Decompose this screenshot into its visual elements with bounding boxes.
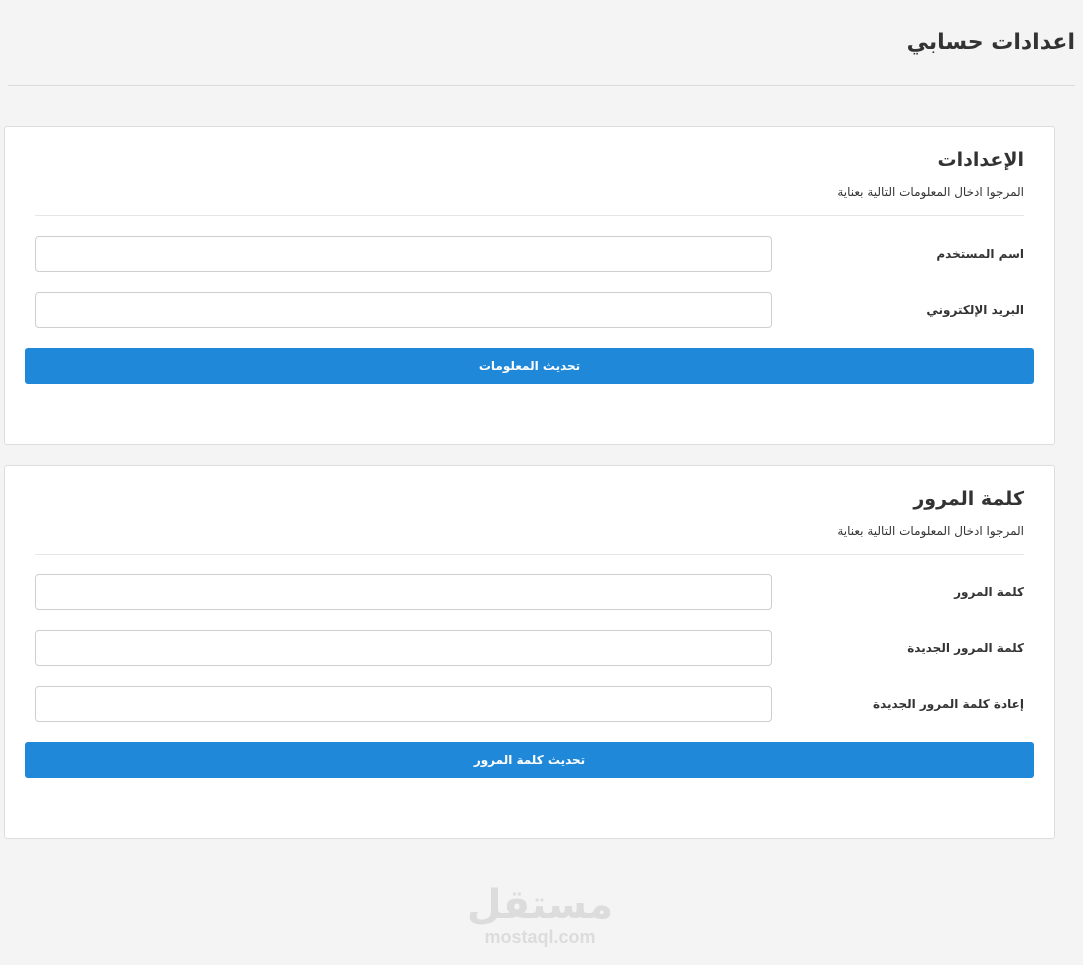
- mostaql-watermark: مستقل mostaql.com: [430, 880, 650, 947]
- confirm-password-input[interactable]: [35, 686, 772, 722]
- watermark-domain: mostaql.com: [484, 927, 596, 947]
- update-password-button[interactable]: تحديث كلمة المرور: [25, 742, 1034, 778]
- password-card-title: كلمة المرور: [913, 488, 1024, 510]
- email-input[interactable]: [35, 292, 772, 328]
- password-card-divider: [35, 554, 1024, 555]
- new-password-input[interactable]: [35, 630, 772, 666]
- email-label: البريد الإلكتروني: [926, 303, 1024, 317]
- watermark-logo: مستقل: [466, 882, 614, 928]
- settings-card-title: الإعدادات: [937, 149, 1024, 171]
- password-card: كلمة المرور المرجوا ادخال المعلومات التا…: [4, 465, 1055, 839]
- settings-card-divider: [35, 215, 1024, 216]
- password-card-subtitle: المرجوا ادخال المعلومات التالية بعناية: [837, 524, 1024, 538]
- update-info-button[interactable]: تحديث المعلومات: [25, 348, 1034, 384]
- page-header: اعدادات حسابي: [8, 0, 1075, 86]
- current-password-input[interactable]: [35, 574, 772, 610]
- settings-card-subtitle: المرجوا ادخال المعلومات التالية بعناية: [837, 185, 1024, 199]
- username-label: اسم المستخدم: [936, 247, 1024, 261]
- current-password-label: كلمة المرور: [954, 585, 1024, 599]
- settings-card: الإعدادات المرجوا ادخال المعلومات التالي…: [4, 126, 1055, 445]
- username-input[interactable]: [35, 236, 772, 272]
- new-password-label: كلمة المرور الجديدة: [907, 641, 1024, 655]
- page-title: اعدادات حسابي: [906, 30, 1075, 55]
- confirm-password-label: إعادة كلمة المرور الجديدة: [872, 697, 1024, 711]
